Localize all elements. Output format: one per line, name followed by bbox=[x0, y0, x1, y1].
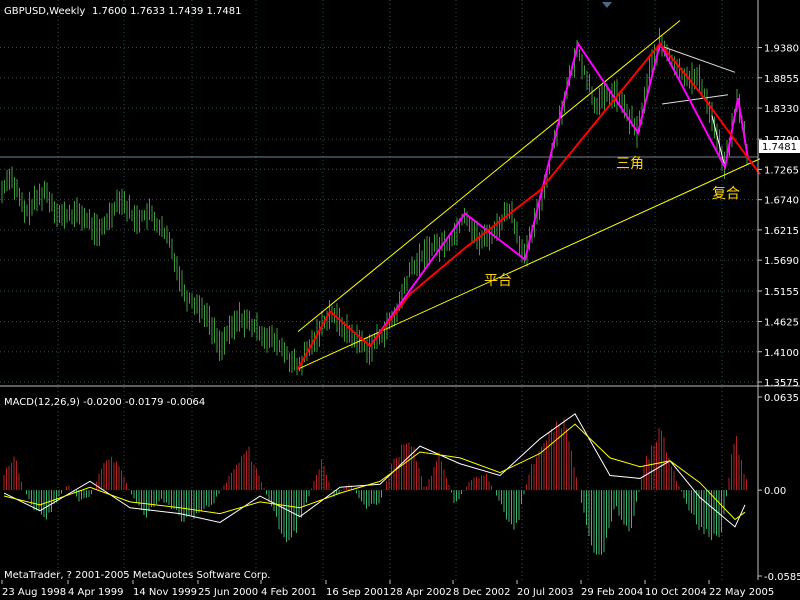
chart-ohlc: 1.7600 1.7633 1.7439 1.7481 bbox=[92, 6, 242, 17]
time-tick-label: 4 Feb 2001 bbox=[261, 587, 317, 598]
red-lower-boundary-line bbox=[661, 94, 729, 105]
price-tick-label: 1.5155 bbox=[764, 287, 799, 298]
time-tick-label: 23 Aug 1998 bbox=[2, 587, 66, 598]
time-axis: 23 Aug 1998 4 Apr 1999 14 Nov 1999 25 Jun 2… bbox=[1, 580, 774, 598]
macd-tick-label: 0.0635 bbox=[764, 393, 799, 404]
annotation-platform: 平台 bbox=[484, 273, 512, 289]
price-tick-label: 1.9380 bbox=[764, 44, 799, 55]
current-price-label: 1.7481 bbox=[762, 142, 797, 153]
time-tick-label: 16 Sep 2001 bbox=[326, 587, 389, 598]
red-trend-line bbox=[297, 41, 761, 370]
time-tick-label: 10 Oct 2004 bbox=[645, 587, 707, 598]
current-price-box: 1.7481 bbox=[759, 140, 800, 153]
time-tick-label: 22 May 2005 bbox=[709, 587, 774, 598]
price-tick-label: 1.5690 bbox=[764, 256, 799, 267]
lower-channel-line bbox=[297, 158, 761, 370]
wave-lines bbox=[297, 40, 761, 370]
time-tick-label: 14 Nov 1999 bbox=[133, 587, 197, 598]
annotation-complex: 复合 bbox=[712, 185, 740, 202]
price-tick-label: 1.4100 bbox=[764, 348, 799, 359]
chart-window[interactable]: GBPUSD,Weekly 1.7600 1.7633 1.7439 1.748… bbox=[0, 0, 800, 600]
price-tick-label: 1.6740 bbox=[764, 196, 799, 207]
chart-title: GBPUSD,Weekly bbox=[4, 6, 85, 17]
time-tick-label: 29 Feb 2004 bbox=[581, 587, 643, 598]
price-tick-label: 1.8330 bbox=[764, 104, 799, 115]
time-tick-label: 4 Apr 1999 bbox=[68, 587, 123, 598]
price-tick-label: 1.4625 bbox=[764, 318, 799, 329]
period-marker-icon bbox=[602, 2, 612, 8]
price-tick-label: 1.7265 bbox=[764, 165, 799, 176]
price-axis: 1.93801.88551.83301.77901.72651.67401.62… bbox=[758, 44, 799, 389]
price-tick-label: 1.6215 bbox=[764, 226, 799, 237]
magenta-wave-line bbox=[369, 40, 749, 347]
macd-panel bbox=[3, 413, 747, 555]
copyright-text: MetaTrader, ? 2001-2005 MetaQuotes Softw… bbox=[4, 570, 270, 581]
channel-lines bbox=[297, 20, 761, 370]
annotation-triangle: 三角 bbox=[616, 156, 644, 172]
macd-axis: 0.0635 0.00 -0.0585 bbox=[758, 393, 800, 583]
macd-title: MACD(12,26,9) -0.0200 -0.0179 -0.0064 bbox=[4, 397, 205, 408]
time-tick-label: 28 Apr 2002 bbox=[390, 587, 452, 598]
price-bars bbox=[0, 27, 758, 376]
macd-tick-label: -0.0585 bbox=[764, 572, 800, 583]
macd-tick-label: 0.00 bbox=[764, 486, 786, 497]
time-tick-label: 20 Jul 2003 bbox=[517, 587, 574, 598]
price-tick-label: 1.8855 bbox=[764, 74, 799, 85]
time-tick-label: 25 Jun 2000 bbox=[198, 587, 258, 598]
price-tick-label: 1.3575 bbox=[764, 378, 799, 389]
time-tick-label: 8 Dec 2002 bbox=[453, 587, 511, 598]
